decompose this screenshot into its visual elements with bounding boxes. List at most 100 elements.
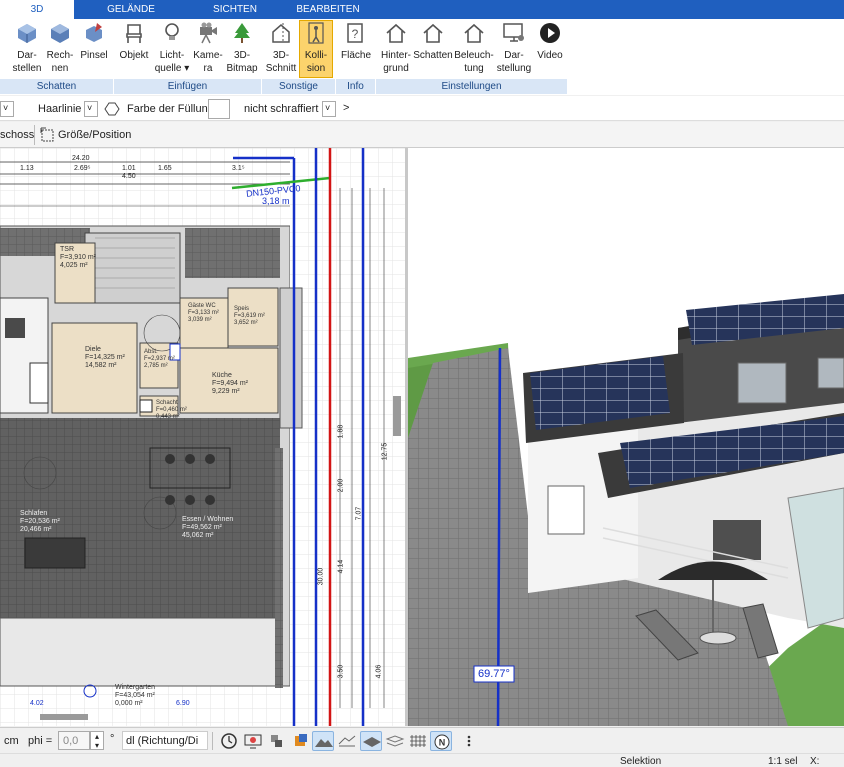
fill-color-swatch[interactable]: [208, 99, 230, 119]
house-background-icon: [386, 23, 406, 43]
house-lighting-icon: [464, 23, 484, 43]
north-icon[interactable]: N: [430, 731, 452, 751]
more-arrow[interactable]: >: [343, 102, 349, 114]
status-bar: Selektion 1:1 sel X:: [0, 753, 844, 767]
option-bar: ˅ Haarlinie ˅ Farbe der Füllung nicht sc…: [0, 96, 844, 121]
phi-stepper[interactable]: ▴ ▾: [90, 731, 104, 750]
dim-top: 2.69⁵: [74, 165, 91, 172]
more-options-icon[interactable]: [458, 731, 480, 751]
angle-label: 69.77°: [478, 668, 510, 680]
dim-vertical: 3.50: [337, 664, 345, 679]
floor-plan-view[interactable]: 24.20 1.13 2.69⁵ 1.01 4.50 1.65 3.1⁵ DN1…: [0, 148, 405, 726]
pipe-length: 3,18 m: [262, 196, 290, 206]
schatten-button[interactable]: Schatten: [413, 21, 453, 62]
tab-bearbeiten[interactable]: BEARBEITEN: [290, 0, 366, 19]
line-type-dropdown[interactable]: ˅: [84, 101, 98, 117]
layers-icon[interactable]: [384, 731, 406, 751]
unit-label: cm: [4, 735, 19, 747]
darstellen-button[interactable]: Dar- stellen: [10, 21, 44, 75]
status-scale: 1:1 sel: [768, 756, 798, 767]
dim-vertical: 30.00: [317, 567, 325, 586]
group-schatten: Schatten: [0, 79, 114, 94]
3d-view[interactable]: 69.77°: [408, 148, 844, 726]
grid-icon[interactable]: [408, 731, 430, 751]
plane-icon[interactable]: [360, 731, 382, 751]
hintergrund-button[interactable]: Hinter- grund: [379, 21, 413, 75]
house-shadow-icon: [423, 23, 443, 43]
tab-sichten[interactable]: SICHTEN: [200, 0, 270, 19]
chevron-down-icon[interactable]: ˅: [0, 101, 14, 117]
hatch-dropdown[interactable]: ˅: [322, 101, 336, 117]
dim-vertical: 4.06: [375, 664, 383, 679]
divider: [212, 732, 213, 750]
dim-vertical: 2.00: [337, 478, 345, 493]
size-position-icon: [40, 127, 54, 142]
kamera-button[interactable]: Kame- ra: [192, 21, 224, 75]
tab-gelaende[interactable]: GELÄNDE: [96, 0, 166, 19]
pinsel-button[interactable]: Pinsel: [78, 21, 110, 62]
material-icon[interactable]: [290, 731, 312, 751]
dim-top: 1.13: [20, 165, 34, 172]
camera-icon: [200, 22, 217, 44]
room-label: Essen / Wohnen F=49,562 m² 45,062 m²: [182, 516, 234, 539]
svg-text:N: N: [439, 738, 446, 748]
direction-dropdown[interactable]: dl (Richtung/Di: [122, 731, 208, 750]
dim-top: 1.65: [158, 165, 172, 172]
line-type-label: Haarlinie: [38, 103, 82, 115]
room-label: Schlafen F=20,536 m² 20,466 m²: [20, 510, 60, 533]
floor-selector[interactable]: schoss: [0, 129, 34, 141]
cube-calculate-icon: [51, 24, 69, 43]
kollision-button[interactable]: Kolli- sion: [299, 20, 333, 78]
wireframe-icon[interactable]: [336, 731, 358, 751]
room-label: Speis F=3,619 m² 3,652 m²: [234, 306, 265, 326]
dim-top: 24.20: [72, 155, 90, 162]
terrain-icon[interactable]: [312, 731, 334, 751]
3d-schnitt-button[interactable]: 3D- Schnitt: [264, 21, 298, 75]
status-x: X:: [810, 756, 820, 767]
dim-top: 4.50: [122, 173, 136, 180]
tree-icon: [234, 23, 250, 43]
dim-top: 3.1⁵: [232, 165, 245, 172]
fill-color-label: Farbe der Füllung: [127, 103, 214, 115]
phi-label: phi =: [28, 735, 53, 747]
room-label: Schacht F=0,460 m² 0,443 m²: [156, 400, 187, 420]
brush-icon: [86, 23, 102, 42]
size-position-button[interactable]: Größe/Position: [58, 129, 131, 141]
tab-3d[interactable]: 3D: [0, 0, 74, 19]
status-mode: Selektion: [620, 756, 662, 767]
room-label: Gäste WC F=3,133 m² 3,039 m²: [188, 303, 219, 323]
video-button[interactable]: Video: [534, 21, 566, 62]
objects-icon[interactable]: [266, 731, 288, 751]
group-info: Info: [336, 79, 376, 94]
section-house-icon: [272, 23, 290, 43]
bottom-toolbar: cm phi = 0,0 ▴ ▾ ° dl (Richtung/Di N: [0, 727, 844, 753]
room-label: Küche F=9,494 m² 9,229 m²: [212, 372, 248, 395]
rechnen-button[interactable]: Rech- nen: [44, 21, 76, 75]
dim-vertical: 12.75: [381, 442, 389, 461]
ribbon-tab-bar: 3D GELÄNDE SICHTEN BEARBEITEN: [0, 0, 844, 19]
flaeche-button[interactable]: ? Fläche: [338, 21, 374, 62]
room-label: Abst. F=2,937 m² 2,785 m²: [144, 349, 175, 369]
plan-toolbar: schoss Größe/Position: [0, 122, 844, 148]
room-label: Diele F=14,325 m² 14,582 m²: [85, 346, 125, 369]
darstellung-button[interactable]: Dar- stellung: [495, 21, 533, 75]
beleuchtung-button[interactable]: Beleuch- tung: [454, 21, 494, 75]
3d-bitmap-button[interactable]: 3D- Bitmap: [224, 21, 260, 75]
screen-icon[interactable]: [242, 731, 264, 751]
group-sonstige: Sonstige: [262, 79, 336, 94]
cube-render-icon: [18, 24, 36, 43]
area-info-icon: ?: [347, 23, 363, 43]
lightbulb-icon: [165, 23, 179, 40]
dim-vertical: 4.14: [337, 559, 345, 574]
monitor-settings-icon: [503, 23, 524, 42]
person-collision-icon: [308, 22, 324, 44]
chair-icon: [126, 24, 142, 43]
group-einfuegen: Einfügen: [114, 79, 262, 94]
dim-vertical: 7.07: [355, 506, 363, 521]
clock-icon[interactable]: [218, 731, 240, 751]
hatch-label: nicht schraffiert: [244, 103, 319, 115]
phi-input[interactable]: 0,0: [58, 731, 90, 750]
lichtquelle-button[interactable]: Licht- quelle ▾: [152, 21, 192, 75]
objekt-button[interactable]: Objekt: [116, 21, 152, 62]
group-einstellungen: Einstellungen: [376, 79, 568, 94]
